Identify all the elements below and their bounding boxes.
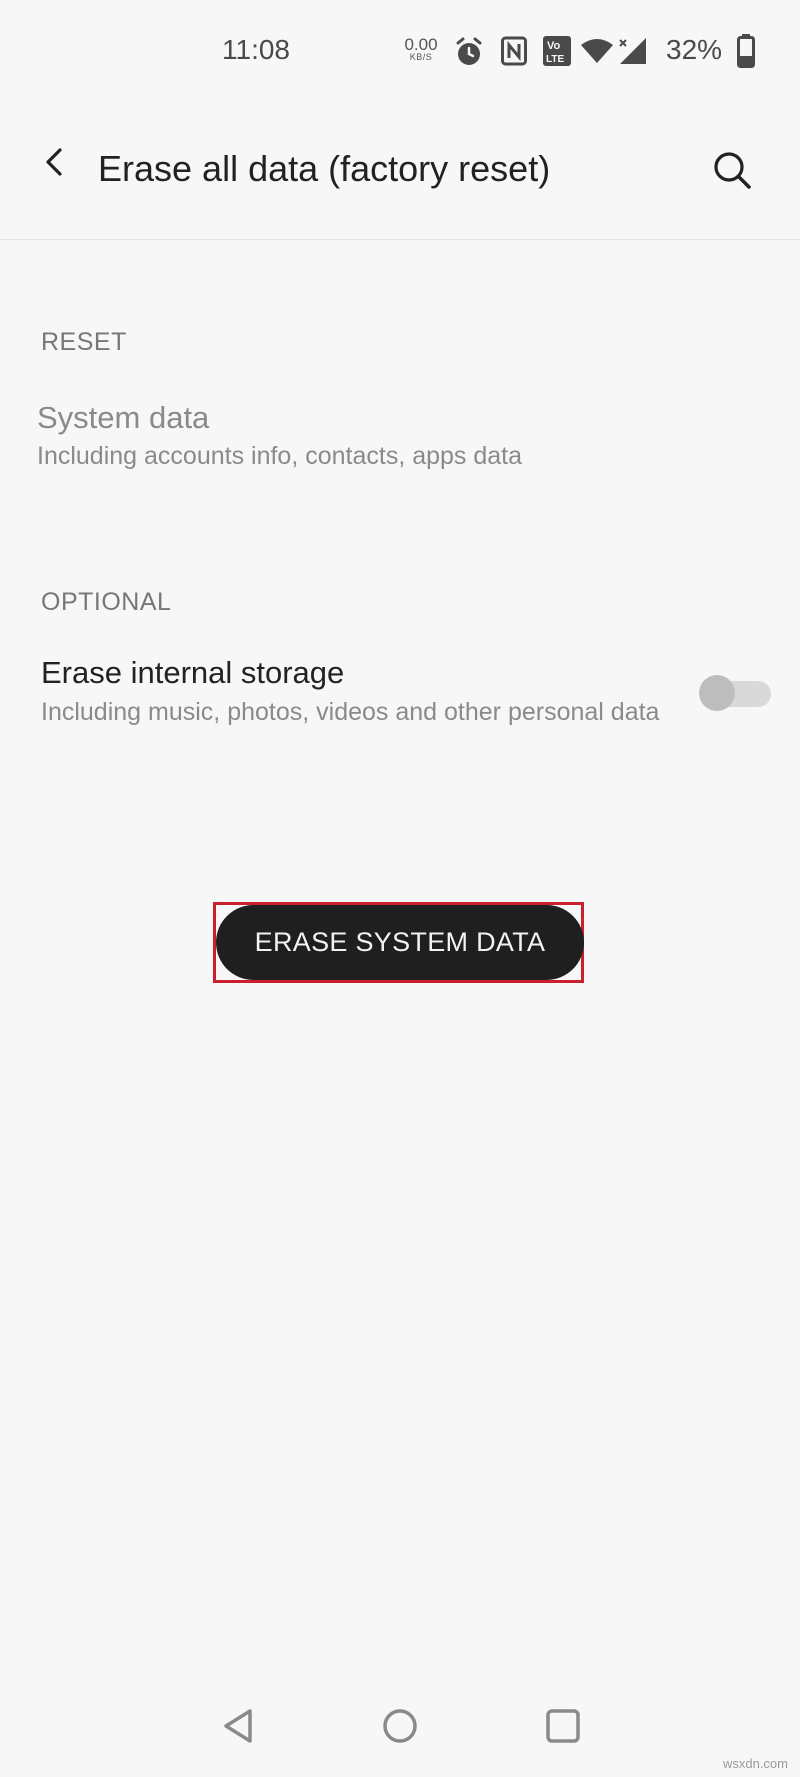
system-data-title: System data — [37, 400, 210, 435]
nfc-icon — [501, 36, 527, 71]
section-header-reset: RESET — [41, 328, 127, 356]
erase-internal-storage-toggle[interactable] — [699, 674, 771, 712]
nav-back-button[interactable] — [212, 1702, 264, 1754]
battery-icon — [737, 34, 755, 73]
volte-label-top: Vo — [547, 40, 561, 52]
network-speed-indicator: 0.00 KB/S — [401, 36, 441, 62]
erase-system-data-button[interactable]: ERASE SYSTEM DATA — [216, 905, 584, 980]
app-bar: Erase all data (factory reset) — [0, 106, 800, 240]
volte-label-bottom: LTE — [546, 54, 564, 65]
alarm-icon — [454, 36, 484, 73]
system-data-item: System data Including accounts info, con… — [0, 390, 800, 490]
erase-internal-storage-title: Erase internal storage — [41, 655, 345, 690]
toggle-thumb — [699, 675, 735, 711]
erase-internal-storage-summary: Including music, photos, videos and othe… — [41, 698, 660, 726]
volte-icon: Vo LTE — [543, 36, 571, 71]
signal-icon — [618, 36, 650, 71]
search-button[interactable] — [706, 146, 758, 198]
battery-percentage: 32% — [666, 34, 723, 65]
wifi-icon — [581, 38, 613, 69]
status-bar: 11:08 0.00 KB/S Vo LTE 32% — [0, 0, 800, 106]
section-header-optional: OPTIONAL — [41, 588, 172, 616]
back-triangle-icon — [220, 1707, 256, 1750]
navigation-bar — [0, 1680, 800, 1777]
recents-square-icon — [545, 1708, 581, 1749]
back-button[interactable] — [30, 140, 78, 188]
system-data-summary: Including accounts info, contacts, apps … — [37, 442, 523, 470]
page-title: Erase all data (factory reset) — [98, 148, 551, 189]
chevron-left-icon — [42, 147, 66, 182]
status-time: 11:08 — [222, 34, 290, 65]
network-speed-value: 0.00 — [404, 35, 438, 54]
home-circle-icon — [381, 1707, 419, 1750]
erase-internal-storage-item[interactable]: Erase internal storage Including music, … — [0, 650, 800, 770]
nav-home-button[interactable] — [374, 1702, 426, 1754]
nav-recents-button[interactable] — [537, 1702, 589, 1754]
watermark: wsxdn.com — [722, 1756, 788, 1771]
search-icon — [712, 150, 752, 195]
network-speed-unit: KB/S — [409, 52, 433, 62]
